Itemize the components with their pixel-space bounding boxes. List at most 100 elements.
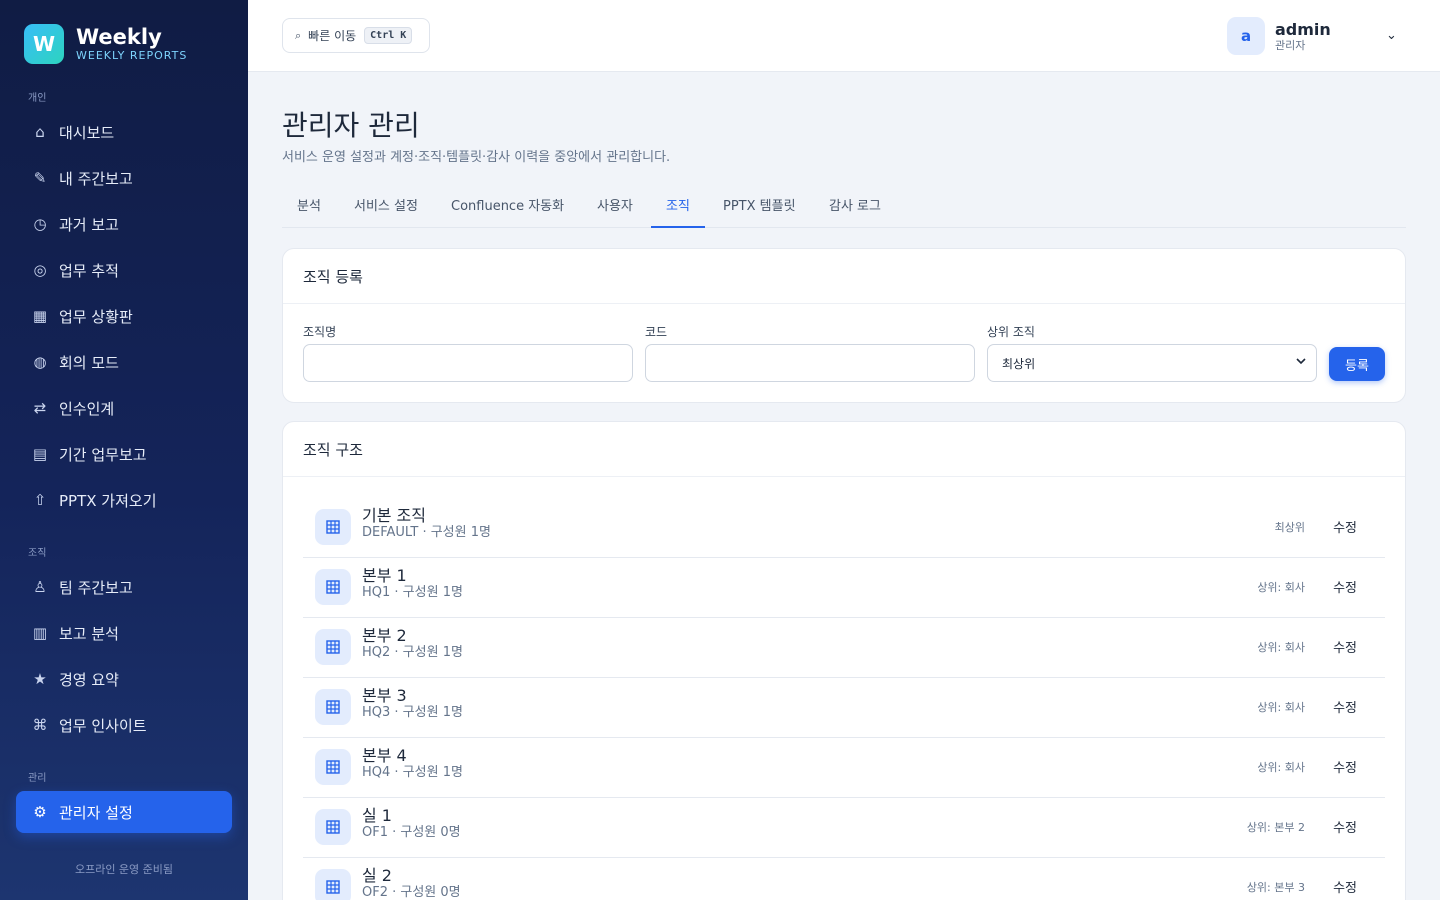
tab-organization[interactable]: 조직	[651, 188, 705, 228]
org-parent: 상위: 회사	[1257, 701, 1305, 714]
org-name: 본부 3	[362, 686, 407, 705]
sidebar-item-label: 인수인계	[59, 399, 115, 418]
target-icon: ◎	[33, 261, 47, 279]
org-name: 본부 2	[362, 626, 407, 645]
sidebar-item-label: 기간 업무보고	[59, 445, 147, 464]
tab-analysis[interactable]: 분석	[282, 188, 336, 228]
tab-confluence[interactable]: Confluence 자동화	[436, 188, 579, 228]
card-title: 조직 등록	[283, 249, 1405, 304]
org-row: 기본 조직 DEFAULT · 구성원 1명 최상위 수정	[303, 498, 1385, 558]
org-parent: 최상위	[1274, 521, 1305, 534]
home-icon: ⌂	[35, 123, 45, 141]
user-role: 관리자	[1275, 39, 1306, 52]
org-code-input[interactable]	[645, 344, 975, 382]
edit-button[interactable]: 수정	[1333, 877, 1357, 896]
sidebar-item-label: 업무 추적	[59, 261, 119, 280]
sidebar-section-label: 개인	[28, 93, 47, 104]
org-meta: OF1 · 구성원 0명	[362, 825, 461, 840]
search-icon: ⌕	[295, 28, 302, 42]
sidebar-item[interactable]: ✎ 내 주간보고	[16, 157, 232, 199]
org-register-card: 조직 등록 조직명 코드 상위 조직 최상위 등록	[282, 248, 1406, 403]
org-structure-card: 조직 구조 기본 조직 DEFAULT · 구성원 1명 최상위 수정 본부 1 HQ1 …	[282, 421, 1406, 900]
org-name: 실 2	[362, 866, 392, 885]
org-parent: 상위: 본부 2	[1246, 821, 1305, 834]
parent-org-value: 최상위	[1002, 356, 1036, 371]
edit-button[interactable]: 수정	[1333, 577, 1357, 596]
org-name: 본부 4	[362, 746, 407, 765]
quick-nav-label: 빠른 이동	[308, 29, 357, 43]
org-meta: HQ1 · 구성원 1명	[362, 585, 463, 600]
sidebar-item[interactable]: ⌘ 업무 인사이트	[16, 704, 232, 746]
user-name: admin	[1275, 20, 1331, 39]
sidebar-item[interactable]: ◍ 회의 모드	[16, 341, 232, 383]
sidebar-item[interactable]: ⚙ 관리자 설정	[16, 791, 232, 833]
edit-button[interactable]: 수정	[1333, 517, 1357, 536]
parent-org-select[interactable]: 최상위	[987, 344, 1317, 382]
org-name: 실 1	[362, 806, 392, 825]
sidebar-item-label: 경영 요약	[59, 670, 119, 689]
sidebar-item[interactable]: ⇧ PPTX 가져오기	[16, 479, 232, 521]
avatar: a	[1227, 17, 1265, 55]
sidebar-item-label: 관리자 설정	[59, 803, 133, 822]
tab-users[interactable]: 사용자	[582, 188, 648, 228]
bar-chart-icon: ▥	[32, 624, 48, 642]
sidebar-item[interactable]: ⇄ 인수인계	[16, 387, 232, 429]
edit-button[interactable]: 수정	[1333, 637, 1357, 656]
sidebar-item-label: 업무 상황판	[59, 307, 133, 326]
org-meta: HQ3 · 구성원 1명	[362, 705, 463, 720]
org-code-label: 코드	[645, 325, 668, 339]
sidebar-item[interactable]: ◎ 업무 추적	[16, 249, 232, 291]
tab-audit-log[interactable]: 감사 로그	[814, 188, 896, 228]
org-row: 본부 3 HQ3 · 구성원 1명 상위: 회사 수정	[303, 678, 1385, 738]
brand[interactable]: W Weekly WEEKLY REPORTS	[24, 24, 187, 64]
sidebar-item[interactable]: ▥ 보고 분석	[16, 612, 232, 654]
quick-nav-button[interactable]: ⌕ 빠른 이동 Ctrl K	[282, 18, 430, 53]
building-icon	[315, 569, 351, 605]
star-icon: ★	[33, 670, 47, 688]
org-meta: DEFAULT · 구성원 1명	[362, 525, 491, 540]
sidebar-item-label: 과거 보고	[59, 215, 119, 234]
building-icon	[315, 689, 351, 725]
org-name: 본부 1	[362, 566, 407, 585]
sidebar-item[interactable]: ◷ 과거 보고	[16, 203, 232, 245]
org-parent: 상위: 회사	[1257, 581, 1305, 594]
org-parent: 상위: 회사	[1257, 641, 1305, 654]
org-name-label: 조직명	[303, 325, 337, 339]
building-icon	[315, 809, 351, 845]
user-menu[interactable]: a admin 관리자	[1227, 17, 1331, 55]
sidebar-item[interactable]: ♙ 팀 주간보고	[16, 566, 232, 608]
page-title: 관리자 관리	[282, 109, 420, 142]
sidebar-item[interactable]: ⌂ 대시보드	[16, 111, 232, 153]
building-icon	[315, 869, 351, 900]
edit-button[interactable]: 수정	[1333, 697, 1357, 716]
register-button[interactable]: 등록	[1329, 347, 1385, 381]
card-title: 조직 구조	[283, 422, 1405, 477]
org-row: 본부 2 HQ2 · 구성원 1명 상위: 회사 수정	[303, 618, 1385, 678]
sidebar-item-label: PPTX 가져오기	[59, 491, 157, 510]
chevron-down-icon[interactable]: ⌄	[1386, 28, 1397, 43]
page-description: 서비스 운영 설정과 계정·조직·템플릿·감사 이력을 중앙에서 관리합니다.	[282, 150, 671, 165]
gear-icon: ⚙	[33, 803, 47, 821]
edit-button[interactable]: 수정	[1333, 757, 1357, 776]
list-icon: ▤	[32, 445, 48, 463]
upload-icon: ⇧	[33, 491, 47, 509]
parent-org-label: 상위 조직	[987, 325, 1035, 339]
team-icon: ♙	[33, 578, 47, 596]
org-name-input[interactable]	[303, 344, 633, 382]
org-row: 본부 4 HQ4 · 구성원 1명 상위: 회사 수정	[303, 738, 1385, 798]
pencil-icon: ✎	[33, 169, 47, 187]
command-icon: ⌘	[32, 716, 48, 734]
tab-service-settings[interactable]: 서비스 설정	[339, 188, 433, 228]
sidebar-item[interactable]: ▤ 기간 업무보고	[16, 433, 232, 475]
org-parent: 상위: 회사	[1257, 761, 1305, 774]
globe-icon: ◍	[33, 353, 47, 371]
sidebar-item[interactable]: ▦ 업무 상황판	[16, 295, 232, 337]
org-row: 실 1 OF1 · 구성원 0명 상위: 본부 2 수정	[303, 798, 1385, 858]
sidebar-item[interactable]: ★ 경영 요약	[16, 658, 232, 700]
swap-icon: ⇄	[33, 399, 47, 417]
tab-pptx-templates[interactable]: PPTX 템플릿	[708, 188, 811, 228]
sidebar-section-label: 관리	[28, 773, 47, 784]
edit-button[interactable]: 수정	[1333, 817, 1357, 836]
clock-icon: ◷	[33, 215, 47, 233]
org-name: 기본 조직	[362, 506, 426, 525]
